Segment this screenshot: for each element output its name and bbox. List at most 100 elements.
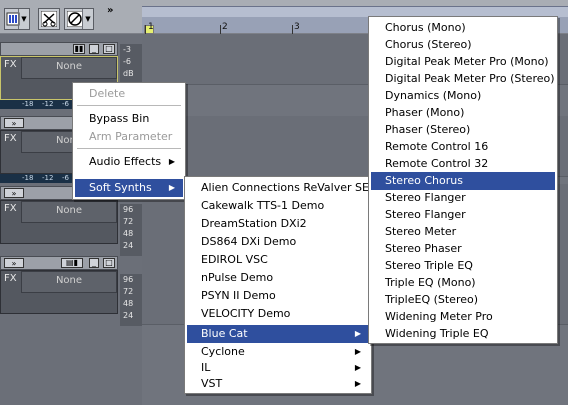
menu-item[interactable]: Remote Control 16 bbox=[371, 138, 555, 156]
restore-button[interactable]: □ bbox=[103, 258, 115, 268]
ruler-label: 3 bbox=[294, 22, 300, 32]
io-button[interactable]: » bbox=[4, 118, 24, 128]
track-menu-button[interactable]: ▮▮ bbox=[73, 44, 85, 54]
chevron-down-icon[interactable]: ▼ bbox=[82, 9, 93, 29]
menu-item[interactable]: nPulse Demo bbox=[187, 269, 369, 287]
scissors-icon bbox=[41, 11, 57, 27]
menu-item[interactable]: Stereo Triple EQ bbox=[371, 257, 555, 275]
menu-separator bbox=[77, 148, 181, 149]
no-entry-button[interactable]: ▼ bbox=[64, 8, 94, 30]
menu-item[interactable]: Stereo Flanger bbox=[371, 206, 555, 224]
fx-label: FX bbox=[4, 203, 17, 214]
menu-item[interactable]: Phaser (Stereo) bbox=[371, 121, 555, 139]
track-header: » ▤▮ _ □ bbox=[0, 256, 118, 270]
menu-item-soft-synths[interactable]: Soft Synths ▶ bbox=[75, 179, 183, 197]
menu-item[interactable]: Widening Triple EQ bbox=[371, 325, 555, 343]
scale-label: -3 bbox=[123, 45, 131, 54]
menu-item[interactable]: Chorus (Mono) bbox=[371, 19, 555, 37]
fx-bin[interactable]: FX None bbox=[0, 270, 118, 314]
menu-item-label: Blue Cat bbox=[201, 327, 248, 340]
menu-item-stereo-chorus[interactable]: Stereo Chorus bbox=[371, 172, 555, 190]
chevron-down-icon[interactable]: ▼ bbox=[18, 9, 29, 29]
menu-item-label: IL bbox=[201, 361, 211, 374]
menu-item[interactable]: Digital Peak Meter Pro (Mono) bbox=[371, 53, 555, 71]
menu-item-delete[interactable]: Delete bbox=[75, 85, 183, 103]
menu-item[interactable]: TripleEQ (Stereo) bbox=[371, 291, 555, 309]
menu-item-blue-cat[interactable]: Blue Cat ▶ bbox=[187, 325, 369, 343]
menu-item[interactable]: DS864 DXi Demo bbox=[187, 233, 369, 251]
track-strip: » ▤▮ _ □ FX None 96 72 48 24 bbox=[0, 256, 142, 326]
menu-item[interactable]: Stereo Flanger bbox=[371, 189, 555, 207]
level-scale: 96 72 48 24 bbox=[120, 274, 142, 326]
scissors-button[interactable] bbox=[38, 8, 60, 30]
menu-item[interactable]: Alien Connections ReValver SE bbox=[187, 179, 369, 197]
track-menu-button[interactable]: ▤▮ bbox=[61, 258, 83, 268]
io-button[interactable]: » bbox=[4, 188, 24, 198]
menu-item[interactable]: Widening Meter Pro bbox=[371, 308, 555, 326]
meter-label: -6 bbox=[62, 174, 69, 182]
menu-item[interactable]: Triple EQ (Mono) bbox=[371, 274, 555, 292]
scale-label: 24 bbox=[123, 241, 134, 250]
scale-label: 48 bbox=[123, 299, 134, 308]
menu-item[interactable]: Dynamics (Mono) bbox=[371, 87, 555, 105]
fx-slot[interactable]: None bbox=[21, 271, 117, 293]
menu-item-bypass-bin[interactable]: Bypass Bin bbox=[75, 110, 183, 128]
scale-label: 96 bbox=[123, 205, 134, 214]
menu-item-label: VST bbox=[201, 377, 223, 390]
scale-label: -6 bbox=[123, 57, 131, 66]
menu-item[interactable]: DreamStation DXi2 bbox=[187, 215, 369, 233]
ruler-label: 2 bbox=[222, 22, 228, 32]
menu-item[interactable]: PSYN II Demo bbox=[187, 287, 369, 305]
meter-label: -18 bbox=[22, 174, 34, 182]
menu-item-audio-effects[interactable]: Audio Effects ▶ bbox=[75, 153, 183, 171]
menu-separator bbox=[77, 105, 181, 106]
submenu-arrow-icon: ▶ bbox=[354, 379, 361, 388]
meter-label: -12 bbox=[42, 100, 54, 108]
submenu-arrow-icon: ▶ bbox=[354, 329, 361, 338]
menu-item[interactable]: Cakewalk TTS-1 Demo bbox=[187, 197, 369, 215]
scale-label: 96 bbox=[123, 275, 134, 284]
fx-context-menu: Delete Bypass Bin Arm Parameter Audio Ef… bbox=[72, 82, 186, 200]
no-entry-icon bbox=[67, 11, 83, 27]
restore-button[interactable]: □ bbox=[103, 44, 115, 54]
ruler-label: 1 bbox=[148, 22, 154, 32]
menu-item-arm-parameter[interactable]: Arm Parameter bbox=[75, 128, 183, 146]
menu-item-label: Soft Synths bbox=[89, 181, 152, 194]
track-header: ▮▮ _ □ bbox=[0, 42, 118, 56]
scale-label: 72 bbox=[123, 287, 134, 296]
scale-label: dB bbox=[123, 69, 134, 78]
menu-item-vst[interactable]: VST ▶ bbox=[187, 375, 369, 393]
menu-item-label: Cyclone bbox=[201, 345, 245, 358]
fx-label: FX bbox=[4, 59, 17, 70]
menu-item[interactable]: EDIROL VSC bbox=[187, 251, 369, 269]
menu-item[interactable]: Remote Control 32 bbox=[371, 155, 555, 173]
minimize-button[interactable]: _ bbox=[89, 258, 99, 268]
fx-label: FX bbox=[4, 273, 17, 284]
submenu-arrow-icon: ▶ bbox=[168, 183, 175, 192]
track-view-button[interactable]: ▼ bbox=[4, 8, 30, 30]
menu-item[interactable]: VELOCITY Demo bbox=[187, 305, 369, 323]
menu-item[interactable]: Stereo Meter bbox=[371, 223, 555, 241]
scale-label: 24 bbox=[123, 311, 134, 320]
menu-item[interactable]: Stereo Phaser bbox=[371, 240, 555, 258]
menu-item[interactable]: Chorus (Stereo) bbox=[371, 36, 555, 54]
meter-label: -12 bbox=[42, 174, 54, 182]
soft-synths-menu: Alien Connections ReValver SE Cakewalk T… bbox=[184, 176, 372, 394]
level-scale: 96 72 48 24 bbox=[120, 204, 142, 256]
fx-slot[interactable]: None bbox=[21, 201, 117, 223]
submenu-arrow-icon: ▶ bbox=[168, 157, 175, 166]
scale-label: 48 bbox=[123, 229, 134, 238]
menu-item-label: Audio Effects bbox=[89, 155, 162, 168]
minimize-button[interactable]: _ bbox=[89, 44, 99, 54]
meter-label: -18 bbox=[22, 100, 34, 108]
fx-slot[interactable]: None bbox=[21, 57, 117, 79]
meter-label: -6 bbox=[62, 100, 69, 108]
blue-cat-menu: Chorus (Mono) Chorus (Stereo) Digital Pe… bbox=[368, 16, 558, 344]
menu-item[interactable]: Phaser (Mono) bbox=[371, 104, 555, 122]
scale-label: 72 bbox=[123, 217, 134, 226]
menu-item[interactable]: Digital Peak Meter Pro (Stereo) bbox=[371, 70, 555, 88]
io-button[interactable]: » bbox=[4, 258, 24, 268]
toolbar-overflow-icon[interactable]: » bbox=[107, 6, 114, 16]
fx-label: FX bbox=[4, 133, 17, 144]
fx-bin[interactable]: FX None bbox=[0, 200, 118, 244]
